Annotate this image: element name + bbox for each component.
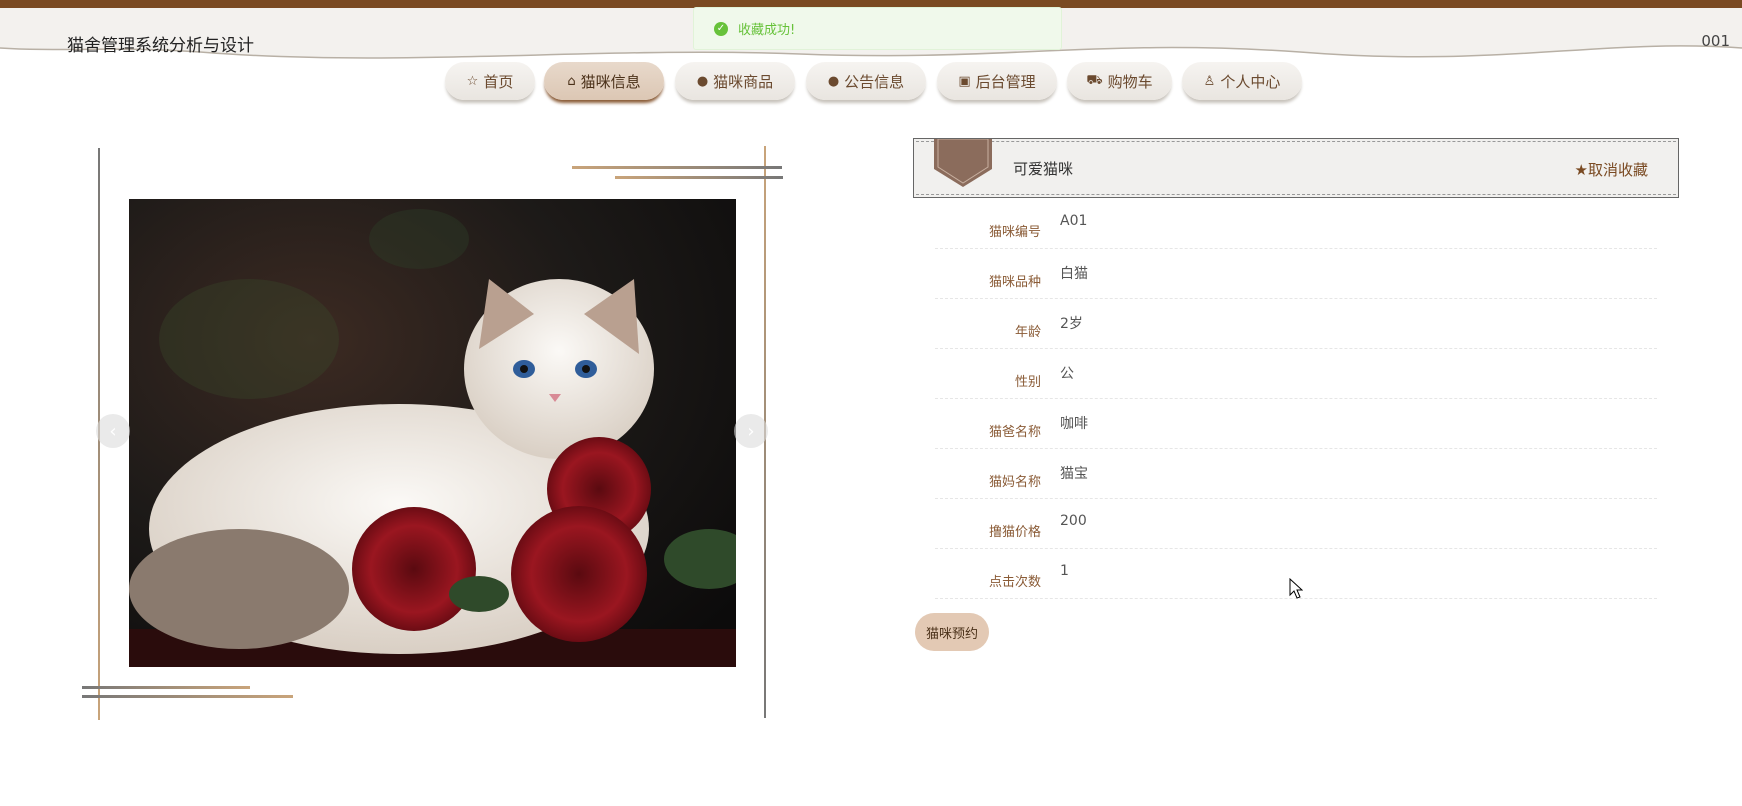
nav-admin[interactable]: ▣ 后台管理 — [937, 62, 1057, 100]
field-label: 猫爸名称 — [988, 425, 1041, 440]
nav-cat-info[interactable]: ⌂ 猫咪信息 — [544, 62, 664, 100]
bag-icon: ⌂ — [567, 73, 576, 89]
user-icon: ♙ — [1203, 73, 1216, 89]
nav-label: 猫咪信息 — [580, 72, 641, 91]
carousel-next-button[interactable]: › — [734, 414, 768, 448]
detail-title-bar: 可爱猫咪 ★取消收藏 — [913, 138, 1679, 198]
field-value: 公 — [1060, 366, 1074, 382]
field-value: 2岁 — [1060, 316, 1083, 332]
field-row: 年龄 2岁 — [935, 298, 1657, 349]
field-value: 1 — [1060, 563, 1069, 579]
book-cat-button[interactable]: 猫咪预约 — [915, 613, 989, 651]
field-value: 白猫 — [1060, 266, 1088, 282]
cart-icon: ⛟ — [1086, 72, 1103, 88]
chevron-right-icon: › — [747, 420, 755, 442]
nav-label: 后台管理 — [975, 72, 1036, 91]
carousel-prev-button[interactable]: ‹ — [96, 414, 130, 448]
user-id: 001 — [1701, 32, 1730, 50]
nav-label: 公告信息 — [844, 72, 905, 91]
nav-cat-goods[interactable]: ● 猫咪商品 — [675, 62, 795, 100]
field-row: 撸猫价格 200 — [935, 498, 1657, 549]
field-label: 撸猫价格 — [988, 525, 1041, 540]
field-row: 性别 公 — [935, 348, 1657, 399]
field-row: 猫咪品种 白猫 — [935, 248, 1657, 299]
field-label: 猫咪品种 — [988, 275, 1041, 290]
mouse-cursor-icon — [1289, 578, 1303, 599]
chevron-left-icon: ‹ — [109, 420, 117, 442]
field-label: 年龄 — [1014, 325, 1041, 340]
cat-name: 可爱猫咪 — [1013, 160, 1074, 178]
nav-cart[interactable]: ⛟ 购物车 — [1067, 62, 1172, 100]
field-label: 猫妈名称 — [988, 475, 1041, 490]
nav-label: 个人中心 — [1220, 72, 1281, 91]
nav-home[interactable]: ☆ 首页 — [445, 62, 535, 100]
field-value: 200 — [1060, 513, 1087, 529]
frame-line — [82, 695, 293, 698]
nav-label: 首页 — [483, 72, 514, 91]
field-label: 猫咪编号 — [988, 225, 1041, 240]
ribbon-icon — [934, 139, 992, 187]
frame-line — [572, 166, 782, 169]
frame-line — [615, 176, 783, 179]
field-row: 猫爸名称 咖啡 — [935, 398, 1657, 449]
success-toast: ✓ 收藏成功! — [693, 7, 1062, 50]
field-value: A01 — [1060, 213, 1088, 229]
site-title: 猫舍管理系统分析与设计 — [67, 36, 254, 56]
nav-label: 猫咪商品 — [713, 72, 774, 91]
main-nav: ☆ 首页 ⌂ 猫咪信息 ● 猫咪商品 ● 公告信息 ▣ 后台管理 ⛟ 购物车 ♙… — [0, 62, 1742, 104]
nav-profile[interactable]: ♙ 个人中心 — [1182, 62, 1302, 100]
nav-label: 购物车 — [1107, 72, 1153, 91]
field-label: 性别 — [1014, 375, 1041, 390]
success-check-icon: ✓ — [714, 21, 728, 36]
cat-photo — [129, 199, 736, 667]
toast-message: 收藏成功! — [738, 23, 796, 38]
field-row: 猫妈名称 猫宝 — [935, 448, 1657, 499]
field-label: 点击次数 — [988, 575, 1041, 590]
box-icon: ▣ — [958, 73, 971, 89]
field-row: 猫咪编号 A01 — [935, 198, 1657, 249]
unfavorite-button[interactable]: ★取消收藏 — [1575, 159, 1648, 180]
field-value: 猫宝 — [1060, 466, 1088, 482]
field-value: 咖啡 — [1060, 416, 1088, 432]
help-circle-icon: ● — [827, 73, 840, 89]
frame-line — [82, 686, 250, 689]
nav-announcements[interactable]: ● 公告信息 — [806, 62, 926, 100]
star-filled-icon: ★ — [1574, 161, 1588, 179]
unfavorite-label: 取消收藏 — [1587, 161, 1648, 179]
star-outline-icon: ☆ — [466, 73, 479, 89]
info-circle-icon: ● — [696, 73, 709, 89]
